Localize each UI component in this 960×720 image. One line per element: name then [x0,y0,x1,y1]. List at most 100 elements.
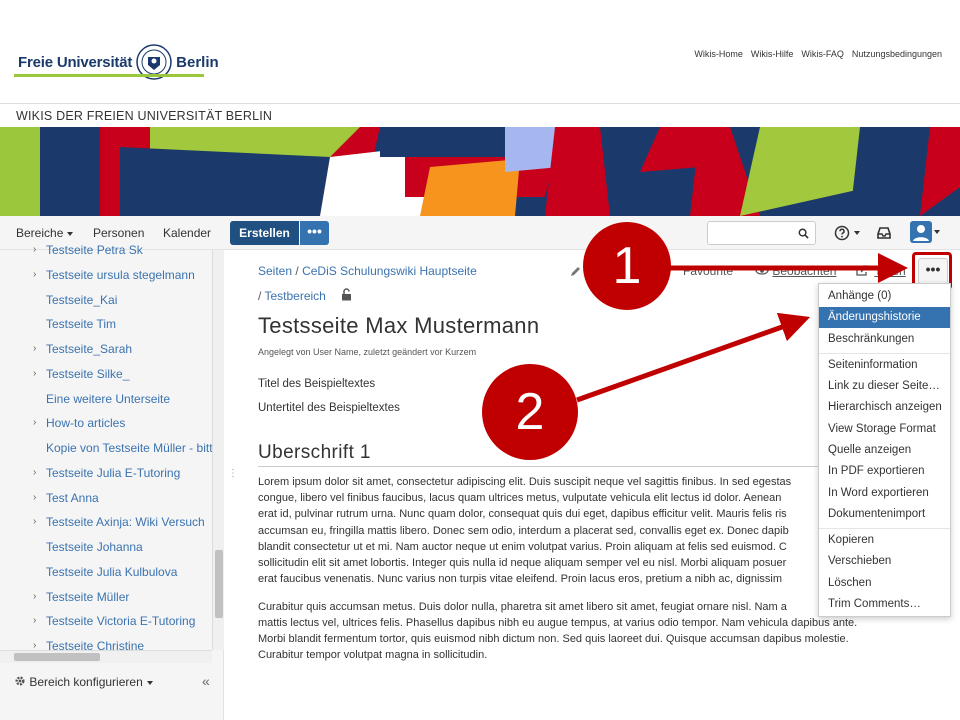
chevron-right-icon[interactable]: › [33,368,36,379]
chevron-down-icon [934,230,940,234]
menu-item-move[interactable]: Verschieben [819,551,950,572]
gear-icon [15,676,25,686]
sidebar-tree-item[interactable]: › Test Anna [0,489,212,509]
nav-bereiche[interactable]: Bereiche [16,226,74,240]
chevron-right-icon[interactable]: › [33,417,36,428]
nav-kalender[interactable]: Kalender [163,226,211,240]
menu-item-attachments[interactable]: Anhänge (0) [819,286,950,307]
collapse-sidebar-icon[interactable]: « [202,673,210,689]
sidebar-tree-item-label: Test Anna [46,490,99,505]
nav-bereiche-label: Bereiche [16,226,64,240]
menu-item-export-pdf[interactable]: In PDF exportieren [819,461,950,482]
create-more-button[interactable]: ••• [300,221,329,245]
sidebar-tree-item[interactable]: › Testseite Axinja: Wiki Versuch [0,513,212,533]
menu-item-label: Löschen [828,577,872,589]
sidebar-horizontal-scrollbar[interactable] [0,650,212,663]
favourite-action[interactable]: Favourite [683,264,733,278]
sidebar-tree-item[interactable]: › Testseite Petra Sk [0,241,212,261]
link-wikis-faq[interactable]: Wikis-FAQ [801,49,844,59]
breadcrumb-testbereich[interactable]: Testbereich [264,289,325,303]
menu-item-copy[interactable]: Kopieren [819,530,950,551]
menu-item-delete[interactable]: Löschen [819,573,950,594]
sidebar-tree-item[interactable]: › Testseite Müller [0,588,212,608]
menu-item-restrictions[interactable]: Beschränkungen [819,329,950,350]
chevron-right-icon[interactable]: › [33,492,36,503]
sidebar-tree-item[interactable]: › Testseite_Sarah [0,340,212,360]
sidebar-scrollbar[interactable] [212,250,224,650]
page-byline: Angelegt von User Name, zuletzt geändert… [258,347,477,357]
content-paragraph-2: mattis lectus vel, ultrices felis. Phase… [258,615,958,664]
breadcrumb-space[interactable]: CeDiS Schulungswiki Hauptseite [302,264,477,278]
menu-item-export-word[interactable]: In Word exportieren [819,483,950,504]
sidebar-tree-item[interactable]: Kopie von Testseite Müller - bitte [0,439,212,459]
menu-item-view-storage-format[interactable]: View Storage Format [819,419,950,440]
sidebar-tree-item[interactable]: › Testseite Silke_ [0,365,212,385]
sidebar-tree-item[interactable]: Eine weitere Unterseite [0,390,212,410]
sidebar-tree-item-label: Testseite Julia Kulbulova [46,564,178,579]
sidebar-tree-item[interactable]: › Testseite Julia E-Tutoring [0,464,212,484]
sidebar-tree-item[interactable]: Testseite Johanna [0,538,212,558]
chevron-right-icon[interactable]: › [33,244,36,255]
content-line-1: Titel des Beispieltextes [258,378,376,390]
annotation-arrow-2 [576,312,811,403]
wiki-title[interactable]: WIKIS DER FREIEN UNIVERSITÄT BERLIN [16,109,272,123]
sidebar-tree-item[interactable]: › How-to articles [0,414,212,434]
search-input[interactable] [707,221,816,245]
sidebar-tree-item[interactable]: › Testseite Victoria E-Tutoring [0,612,212,632]
sidebar-tree-item-label: Testseite Tim [46,317,117,332]
chevron-right-icon[interactable]: › [33,467,36,478]
paragraph-line: sollicitudin elit sit amet lobortis. Int… [258,557,787,570]
paragraph-line: congue, libero vel finibus faucibus, lac… [258,492,782,505]
wiki-title-bar: WIKIS DER FREIEN UNIVERSITÄT BERLIN [0,103,960,127]
notifications-icon[interactable] [876,225,892,241]
chevron-right-icon[interactable]: › [33,269,36,280]
watch-action[interactable]: Beobachten [755,264,836,278]
chevron-right-icon[interactable]: › [33,615,36,626]
chevron-down-icon [854,230,860,235]
paragraph-line: accumsan eu, fringilla mattis libero. Do… [258,524,789,537]
breadcrumb: Seiten / CeDiS Schulungswiki Hauptseite [258,264,477,278]
menu-item-view-hierarchy[interactable]: Hierarchisch anzeigen [819,397,950,418]
search-icon [798,228,809,239]
sidebar-tree-item[interactable]: Testseite Julia Kulbulova [0,563,212,583]
callout-1: 1 [583,222,671,310]
menu-item-document-import[interactable]: Dokumentenimport [819,504,950,525]
logo-text-right: Berlin [176,53,219,71]
help-menu[interactable] [834,224,860,242]
chevron-right-icon[interactable]: › [33,591,36,602]
menu-item-label: Anhänge (0) [828,290,892,302]
configure-space-button[interactable]: Bereich konfigurieren [14,675,153,689]
create-button[interactable]: Erstellen [230,221,299,245]
sidebar-horizontal-scrollbar-thumb[interactable] [14,653,100,661]
sidebar-tree-item[interactable]: › Testseite ursula stegelmann [0,266,212,286]
sidebar-tree-item[interactable]: Testseite_Kai [0,291,212,311]
sidebar-tree-item-label: Testseite_Kai [46,292,118,307]
menu-item-link-to-page[interactable]: Link zu dieser Seite… [819,376,950,397]
share-action[interactable]: Teilen [856,264,906,278]
sidebar-tree-item-label: Testseite Julia E-Tutoring [46,465,181,480]
breadcrumb-seiten[interactable]: Seiten [258,264,292,278]
menu-item-label: Hierarchisch anzeigen [828,401,942,413]
paragraph-line: erat id, pulvinar rutrum urna. Nunc quam… [258,508,787,521]
sidebar-tree-item[interactable]: Testseite Tim [0,315,212,335]
user-menu[interactable] [910,221,942,245]
unlock-icon[interactable] [341,288,353,301]
sidebar-tree-item-label: Kopie von Testseite Müller - bitte [46,441,212,455]
edit-pencil-icon[interactable] [570,265,582,277]
logo-text-left: Freie Universität [18,53,133,71]
chevron-right-icon[interactable]: › [33,516,36,527]
link-wikis-home[interactable]: Wikis-Home [694,49,743,59]
splitter-handle[interactable]: ⋮ [228,468,238,479]
menu-item-page-history[interactable]: Änderungshistorie [819,307,950,328]
menu-item-trim-comments[interactable]: Trim Comments… [819,594,950,615]
sidebar-tree-item-label: Testseite Petra Sk [46,243,143,257]
menu-item-page-information[interactable]: Seiteninformation [819,355,950,376]
menu-item-view-source[interactable]: Quelle anzeigen [819,440,950,461]
nav-personen[interactable]: Personen [93,226,144,240]
sidebar-footer: Bereich konfigurieren « [0,670,224,694]
link-wikis-hilfe[interactable]: Wikis-Hilfe [751,49,794,59]
link-nutzungsbedingungen[interactable]: Nutzungsbedingungen [852,49,942,59]
chevron-right-icon[interactable]: › [33,343,36,354]
sidebar-scrollbar-thumb[interactable] [215,550,223,618]
sidebar-tree-item-label: How-to articles [46,416,126,431]
